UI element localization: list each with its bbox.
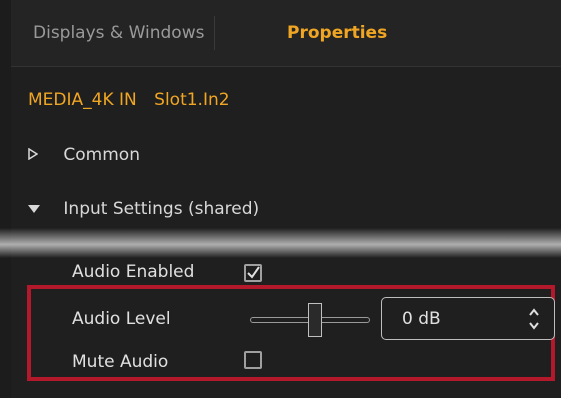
tab-displays-windows[interactable]: Displays & Windows bbox=[23, 16, 216, 50]
source-slot: Slot1.In2 bbox=[154, 90, 230, 110]
mute-audio-label: Mute Audio bbox=[72, 352, 169, 372]
tree-item-common-label: Common bbox=[63, 145, 140, 165]
tab-bar: Displays & Windows Properties bbox=[11, 0, 561, 67]
audio-level-value[interactable]: 0 dB bbox=[402, 309, 441, 329]
source-header: MEDIA_4K IN Slot1.In2 bbox=[28, 90, 242, 110]
tab-properties[interactable]: Properties bbox=[277, 16, 397, 50]
spin-arrows-icon[interactable] bbox=[528, 304, 540, 334]
blur-band bbox=[0, 228, 561, 258]
mute-audio-checkbox[interactable] bbox=[244, 351, 262, 369]
audio-enabled-label: Audio Enabled bbox=[72, 262, 195, 282]
audio-level-label: Audio Level bbox=[72, 309, 171, 329]
checkmark-icon bbox=[247, 266, 260, 279]
audio-enabled-checkbox[interactable] bbox=[244, 264, 262, 282]
triangle-right-icon[interactable] bbox=[28, 147, 40, 163]
tree-item-input-settings-label: Input Settings (shared) bbox=[63, 199, 260, 219]
audio-level-slider-thumb[interactable] bbox=[308, 303, 323, 337]
source-name: MEDIA_4K IN bbox=[28, 90, 137, 110]
tree-item-input-settings[interactable]: Input Settings (shared) bbox=[28, 199, 259, 219]
tree-item-common[interactable]: Common bbox=[28, 145, 140, 165]
audio-level-spinbox[interactable]: 0 dB bbox=[381, 297, 555, 340]
triangle-down-icon[interactable] bbox=[28, 203, 40, 217]
